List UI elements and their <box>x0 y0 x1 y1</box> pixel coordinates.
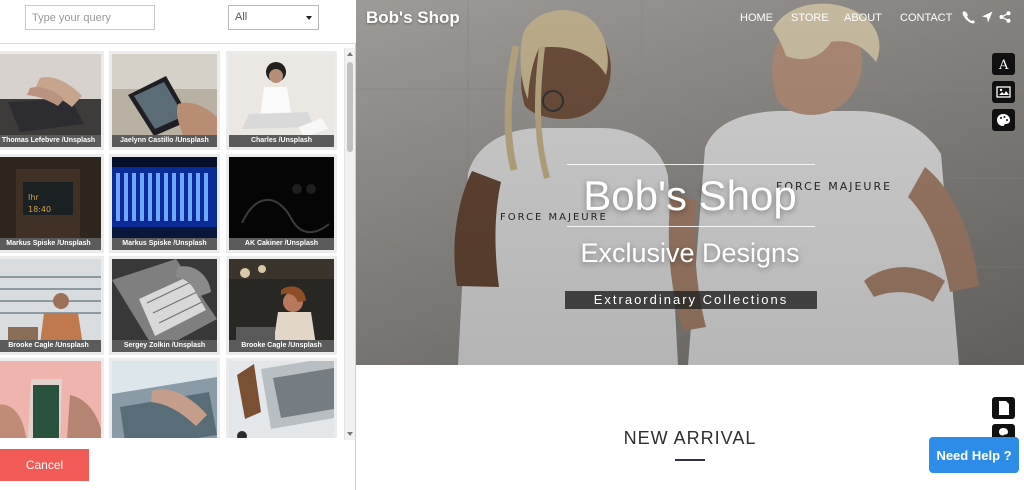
image-credit: Markus Spiske /Unsplash <box>112 238 217 250</box>
app-root: All Thomas Lefebvre /Unsplash Jaelynn Ca… <box>0 0 1024 490</box>
site-brand[interactable]: Bob's Shop <box>366 8 460 28</box>
chevron-down-icon <box>306 16 312 20</box>
palette-tool-button[interactable] <box>992 109 1015 131</box>
phone-screen-photo <box>0 361 101 438</box>
need-help-button[interactable]: Need Help ? <box>929 437 1019 473</box>
search-input[interactable] <box>25 5 155 30</box>
location-arrow-icon[interactable] <box>980 10 994 24</box>
nav-about[interactable]: ABOUT <box>844 12 882 24</box>
hero-top-rule <box>567 164 815 165</box>
scroll-up-icon[interactable] <box>347 52 353 56</box>
woman-at-laptop-photo <box>229 259 334 352</box>
image-icon <box>996 86 1011 98</box>
image-thumbnail[interactable] <box>0 358 104 438</box>
svg-text:A: A <box>998 58 1009 73</box>
site-navbar: Bob's Shop HOME STORE ABOUT CONTACT <box>356 0 1024 36</box>
image-thumbnail[interactable] <box>226 358 337 438</box>
section-title-underline <box>675 459 705 461</box>
image-picker-panel: All Thomas Lefebvre /Unsplash Jaelynn Ca… <box>0 0 356 490</box>
image-thumbnail[interactable]: Jaelynn Castillo /Unsplash <box>109 51 220 150</box>
image-credit: Markus Spiske /Unsplash <box>0 238 101 250</box>
scroll-down-icon[interactable] <box>347 432 353 436</box>
font-tool-button[interactable]: A <box>992 53 1015 75</box>
laptop-closeup-photo <box>112 259 217 352</box>
blue-lights-photo <box>112 157 217 250</box>
font-icon: A <box>998 58 1009 73</box>
image-thumbnail[interactable]: Sergey Zolkin /Unsplash <box>109 256 220 355</box>
dark-cables-photo <box>229 157 334 250</box>
typing-on-laptop-photo <box>112 361 217 438</box>
image-thumbnail[interactable]: Thomas Lefebvre /Unsplash <box>0 51 104 150</box>
image-grid-scrollbar[interactable] <box>344 48 355 440</box>
hero-middle-rule <box>567 226 815 227</box>
share-icon[interactable] <box>998 10 1012 24</box>
image-credit: Brooke Cagle /Unsplash <box>0 340 101 352</box>
image-credit: Thomas Lefebvre /Unsplash <box>0 135 101 147</box>
filter-select[interactable]: All <box>228 5 319 30</box>
document-tool-button[interactable] <box>992 397 1015 419</box>
filter-select-value: All <box>235 11 248 23</box>
phone-in-hand-photo <box>112 54 217 147</box>
picker-toolbar: All <box>0 0 356 44</box>
image-thumbnail[interactable]: Brooke Cagle /Unsplash <box>226 256 337 355</box>
hero-title: Bob's Shop <box>583 172 797 219</box>
svg-text:18:40: 18:40 <box>28 205 51 214</box>
palette-icon <box>997 114 1010 126</box>
hero-subtitle: Exclusive Designs <box>580 238 800 268</box>
laptop-typing-photo <box>0 54 101 147</box>
hero-tagline: Extraordinary Collections <box>565 291 817 309</box>
image-credit: Charles /Unsplash <box>229 135 334 147</box>
image-credit: Brooke Cagle /Unsplash <box>229 340 334 352</box>
document-icon <box>999 401 1009 415</box>
site-preview: FORCE MAJEURE FORCE MAJEURE Bob's Shop H… <box>356 0 1024 490</box>
image-thumbnail[interactable]: AK Cakiner /Unsplash <box>226 154 337 253</box>
image-thumbnail[interactable]: Charles /Unsplash <box>226 51 337 150</box>
image-credit: Sergey Zolkin /Unsplash <box>112 340 217 352</box>
hero-banner: FORCE MAJEURE FORCE MAJEURE Bob's Shop H… <box>356 0 1024 365</box>
image-thumbnail[interactable]: Markus Spiske /Unsplash <box>109 154 220 253</box>
image-credit: Jaelynn Castillo /Unsplash <box>112 135 217 147</box>
cancel-button[interactable]: Cancel <box>0 449 89 481</box>
man-in-office-photo <box>0 259 101 352</box>
scrollbar-thumb[interactable] <box>347 62 353 152</box>
phone-icon[interactable] <box>962 10 976 24</box>
woman-with-laptop-photo <box>229 54 334 147</box>
nav-home[interactable]: HOME <box>740 12 773 24</box>
nav-contact[interactable]: CONTACT <box>900 12 952 24</box>
image-thumbnail[interactable]: Brooke Cagle /Unsplash <box>0 256 104 355</box>
nav-store[interactable]: STORE <box>791 12 829 24</box>
svg-text:Ihr: Ihr <box>28 193 39 202</box>
image-grid: Thomas Lefebvre /Unsplash Jaelynn Castil… <box>0 48 344 438</box>
section-title: NEW ARRIVAL <box>623 428 757 448</box>
phone-keypad-photo: Ihr 18:40 <box>0 157 101 250</box>
image-credit: AK Cakiner /Unsplash <box>229 238 334 250</box>
desk-laptop-photo <box>229 361 334 438</box>
image-tool-button[interactable] <box>992 81 1015 103</box>
image-thumbnail[interactable]: Ihr 18:40 Markus Spiske /Unsplash <box>0 154 104 253</box>
image-thumbnail[interactable] <box>109 358 220 438</box>
